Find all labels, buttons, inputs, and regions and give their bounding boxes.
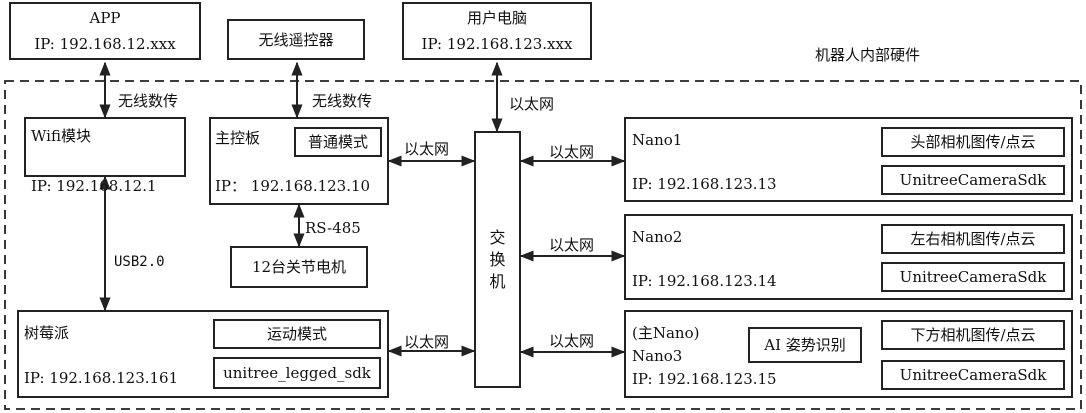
nano2-func-box: 左右相机图传/点云 — [881, 224, 1065, 254]
motors-title: 12台关节电机 — [251, 258, 347, 276]
nano3-sdk: UnitreeCameraSdk — [899, 366, 1047, 384]
nano1-func: 头部相机图传/点云 — [910, 133, 1036, 151]
nano2-ip: IP: 192.168.123.14 — [632, 272, 777, 290]
pi-sdk-box: unitree_legged_sdk — [213, 357, 381, 389]
nano2-sdk: UnitreeCameraSdk — [899, 268, 1047, 286]
remote-box: 无线遥控器 — [227, 19, 365, 60]
app-title: APP — [89, 9, 121, 27]
rs485-label: RS-485 — [305, 219, 361, 237]
ethernet-label-mainboard: 以太网 — [404, 140, 450, 158]
wireless-label-app: 无线数传 — [118, 92, 179, 110]
pi-mode-box: 运动模式 — [213, 319, 381, 349]
app-ip: IP: 192.168.12.xxx — [34, 35, 176, 53]
remote-title: 无线遥控器 — [258, 30, 334, 49]
nano1-func-box: 头部相机图传/点云 — [881, 127, 1065, 157]
nano3-ai: AI 姿势识别 — [764, 336, 846, 354]
pi-mode: 运动模式 — [266, 325, 327, 343]
mainboard-mode: 普通模式 — [307, 133, 368, 151]
pi-ip: IP: 192.168.123.161 — [24, 369, 179, 387]
ethernet-label-pc: 以太网 — [509, 95, 555, 113]
nano1-ip: IP: 192.168.123.13 — [632, 175, 777, 193]
nano1-title: Nano1 — [632, 131, 683, 149]
usb-label: USB2.0 — [114, 254, 165, 270]
ethernet-label-nano3: 以太网 — [549, 332, 595, 350]
nano3-func-box: 下方相机图传/点云 — [881, 320, 1065, 350]
ethernet-label-nano1: 以太网 — [549, 143, 595, 161]
nano1-sdk-box: UnitreeCameraSdk — [881, 165, 1065, 195]
nano3-title: Nano3 — [632, 347, 683, 365]
switch-char-3: 机 — [489, 272, 506, 291]
nano2-sdk-box: UnitreeCameraSdk — [881, 262, 1065, 292]
mainboard-mode-box: 普通模式 — [294, 127, 382, 157]
wifi-title: Wifi模块 — [31, 127, 91, 145]
internal-hardware-label: 机器人内部硬件 — [815, 46, 921, 64]
switch-char-1: 交 — [489, 228, 506, 247]
pi-title: 树莓派 — [24, 324, 70, 342]
nano1-sdk: UnitreeCameraSdk — [899, 171, 1047, 189]
nano3-ai-box: AI 姿势识别 — [748, 327, 862, 363]
switch-char-2: 换 — [489, 250, 506, 269]
mainboard-ip: IP： 192.168.123.10 — [215, 177, 371, 195]
mainboard-title: 主控板 — [215, 129, 261, 147]
nano3-main-tag: (主Nano) — [632, 324, 700, 342]
wifi-module-box — [24, 117, 186, 177]
ethernet-label-pi: 以太网 — [404, 333, 450, 351]
pi-sdk: unitree_legged_sdk — [223, 364, 371, 382]
pc-title: 用户电脑 — [466, 9, 527, 27]
pc-ip: IP: 192.168.123.xxx — [421, 35, 573, 53]
motors-box: 12台关节电机 — [230, 246, 368, 288]
nano3-ip: IP: 192.168.123.15 — [632, 370, 777, 388]
wifi-ip: IP: 192.168.12.1 — [31, 177, 157, 195]
nano2-title: Nano2 — [632, 228, 683, 246]
ethernet-label-nano2: 以太网 — [549, 236, 595, 254]
nano3-func: 下方相机图传/点云 — [910, 326, 1036, 344]
nano2-func: 左右相机图传/点云 — [910, 230, 1036, 248]
wireless-label-remote: 无线数传 — [312, 92, 373, 110]
nano3-sdk-box: UnitreeCameraSdk — [881, 360, 1065, 390]
